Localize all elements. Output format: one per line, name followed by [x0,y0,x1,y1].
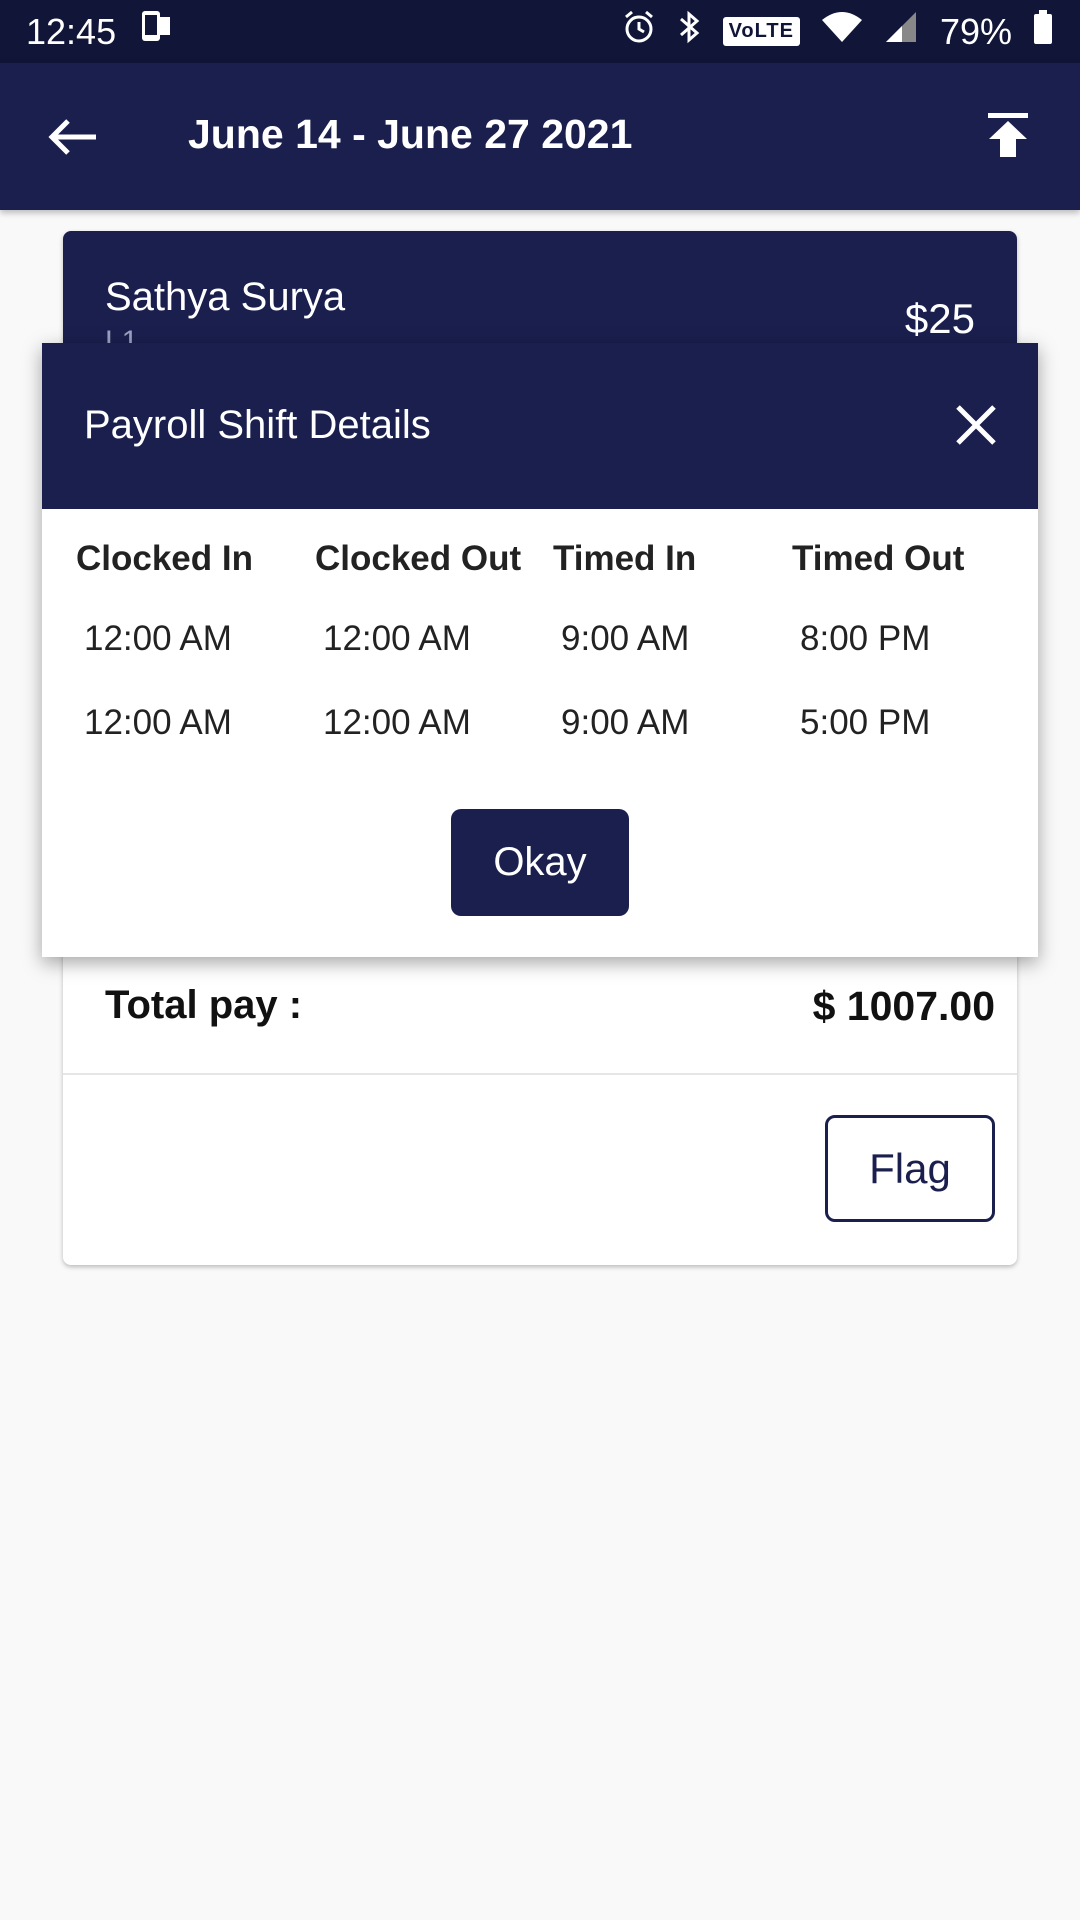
column-clocked-in: Clocked In 12:00 AM 12:00 AM [76,539,316,742]
dialog-title: Payroll Shift Details [84,403,431,447]
battery-percent: 79% [939,10,1012,52]
employee-name: Sathya Surya [105,275,346,319]
device-notification-icon [134,9,174,54]
back-button[interactable] [44,109,100,165]
status-time: 12:45 [26,10,117,52]
total-pay-row: Total pay : $ 1007.00 [63,971,1017,1075]
dialog-header: Payroll Shift Details [42,343,1038,509]
alarm-icon [621,9,657,54]
table-cell: 5:00 PM [800,703,931,742]
table-cell: 12:00 AM [84,619,232,658]
table-cell: 9:00 AM [561,619,690,658]
column-header: Clocked In [76,539,253,578]
status-bar: 12:45 VoLTE 79% [0,0,1080,63]
arrow-left-icon [48,119,96,155]
bluetooth-icon [677,9,703,54]
app-bar: June 14 - June 27 2021 [0,63,1080,210]
table-cell: 12:00 AM [323,619,471,658]
column-timed-in: Timed In 9:00 AM 9:00 AM [553,539,793,742]
employee-rate: $25 [904,295,975,342]
table-cell: 8:00 PM [800,619,931,658]
column-header: Timed In [553,539,697,578]
upload-button[interactable] [980,107,1036,163]
table-cell: 12:00 AM [84,703,232,742]
upload-icon [988,113,1028,157]
total-pay-value: $ 1007.00 [812,983,995,1029]
column-clocked-out: Clocked Out 12:00 AM 12:00 AM [315,539,555,742]
signal-icon [884,10,920,53]
flag-button[interactable]: Flag [825,1115,995,1222]
volte-badge: VoLTE [722,17,800,46]
column-header: Clocked Out [315,539,522,578]
battery-icon [1032,9,1054,54]
total-pay-label: Total pay : [105,983,303,1027]
page-title: June 14 - June 27 2021 [188,111,633,157]
okay-button[interactable]: Okay [451,809,629,916]
close-button[interactable] [954,403,998,447]
column-timed-out: Timed Out 8:00 PM 5:00 PM [792,539,1032,742]
column-header: Timed Out [792,539,965,578]
table-cell: 9:00 AM [561,703,690,742]
wifi-icon [820,10,864,53]
close-icon [956,405,996,445]
table-cell: 12:00 AM [323,703,471,742]
card-header: Sathya Surya L1 $25 [63,231,1017,361]
payroll-shift-details-dialog: Payroll Shift Details Clocked In 12:00 A… [42,343,1038,957]
